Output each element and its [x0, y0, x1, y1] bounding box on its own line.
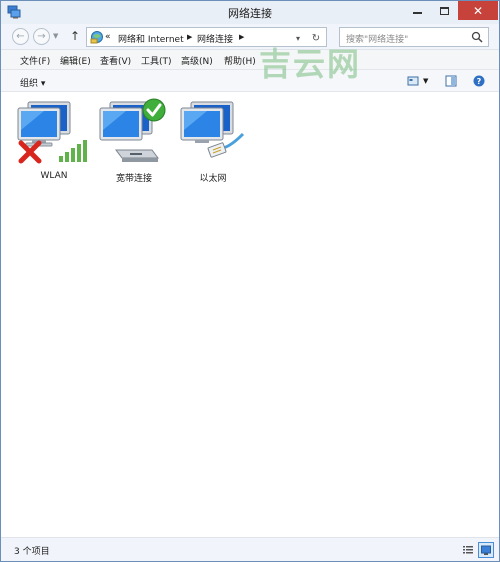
menu-file[interactable]: 文件(F)	[20, 54, 50, 67]
view-options-dropdown[interactable]: ▼	[423, 77, 435, 89]
adapter-label: WLAN	[40, 171, 68, 181]
breadcrumb-separator-icon[interactable]: ▶	[187, 33, 192, 41]
details-view-button[interactable]	[460, 542, 476, 558]
status-bar: 3 个项目	[1, 537, 499, 561]
recent-locations-dropdown[interactable]: ▼	[53, 32, 58, 40]
menu-help[interactable]: 帮助(H)	[224, 54, 256, 67]
maximize-icon	[439, 6, 449, 15]
item-count: 3 个项目	[14, 547, 50, 557]
breadcrumb-overflow[interactable]: «	[105, 32, 111, 42]
menu-advanced[interactable]: 高级(N)	[181, 54, 213, 67]
forward-arrow-icon: →	[37, 31, 46, 42]
ethernet-adapter-icon	[180, 101, 245, 158]
maximize-button[interactable]	[431, 1, 457, 20]
command-bar: 组织 ▾ ▼ ?	[1, 69, 499, 92]
navigation-bar: ← → ▼ ↑ « 网络和 Internet ▶ 网络连接 ▶ ▾ ↻ 搜索"网…	[1, 24, 499, 49]
minimize-icon	[412, 11, 422, 14]
organize-button[interactable]: 组织 ▾	[20, 76, 45, 89]
back-arrow-icon: ←	[16, 31, 25, 42]
close-icon: ✕	[472, 3, 484, 18]
chevron-down-icon: ▼	[53, 32, 59, 40]
menu-bar: 文件(F) 编辑(E) 查看(V) 工具(T) 高级(N) 帮助(H)	[1, 49, 499, 69]
breadcrumb-item[interactable]: 网络和 Internet	[118, 32, 184, 45]
signal-bars-icon	[59, 140, 87, 162]
forward-button[interactable]: →	[33, 28, 50, 45]
broadband-adapter-icon	[99, 98, 166, 162]
menu-view[interactable]: 查看(V)	[100, 54, 131, 67]
help-icon[interactable]: ?	[473, 75, 485, 87]
chevron-down-icon: ▼	[423, 77, 429, 85]
title-bar[interactable]: 网络连接 ✕	[1, 1, 499, 24]
back-button[interactable]: ←	[12, 28, 29, 45]
search-icon[interactable]	[471, 31, 483, 43]
details-view-icon	[463, 546, 473, 554]
adapter-ethernet[interactable]: 以太网	[173, 98, 253, 184]
breadcrumb-item[interactable]: 网络连接	[197, 32, 233, 45]
adapter-label: 宽带连接	[115, 174, 152, 184]
adapter-broadband[interactable]: 宽带连接	[94, 98, 174, 184]
watermark-logo: 吉云网	[259, 45, 362, 83]
breadcrumb-separator-icon[interactable]: ▶	[239, 33, 244, 41]
up-arrow-icon: ↑	[70, 29, 81, 43]
menu-edit[interactable]: 编辑(E)	[60, 54, 91, 67]
menu-tools[interactable]: 工具(T)	[141, 54, 172, 67]
wlan-adapter-icon	[17, 101, 87, 164]
window: 网络连接 ✕ ← → ▼ ↑ « 网络和 Internet ▶ 网络连接 ▶ ▾…	[0, 0, 500, 562]
search-box[interactable]: 搜索"网络连接"	[339, 27, 489, 47]
minimize-button[interactable]	[404, 1, 430, 20]
green-check-icon	[142, 98, 166, 122]
control-panel-icon	[90, 31, 103, 44]
adapter-wlan[interactable]: WLAN	[14, 98, 94, 181]
large-icons-view-button[interactable]	[478, 542, 494, 558]
close-button[interactable]: ✕	[458, 1, 498, 20]
change-view-icon[interactable]	[407, 75, 419, 87]
large-icons-view-icon	[481, 545, 491, 555]
svg-text:?: ?	[477, 77, 482, 86]
up-button[interactable]: ↑	[70, 29, 80, 43]
adapter-label: 以太网	[199, 174, 227, 184]
file-list-area[interactable]: WLAN 宽带连接 以太网	[1, 92, 499, 537]
modem-icon	[115, 149, 159, 162]
preview-pane-icon[interactable]	[445, 75, 457, 87]
